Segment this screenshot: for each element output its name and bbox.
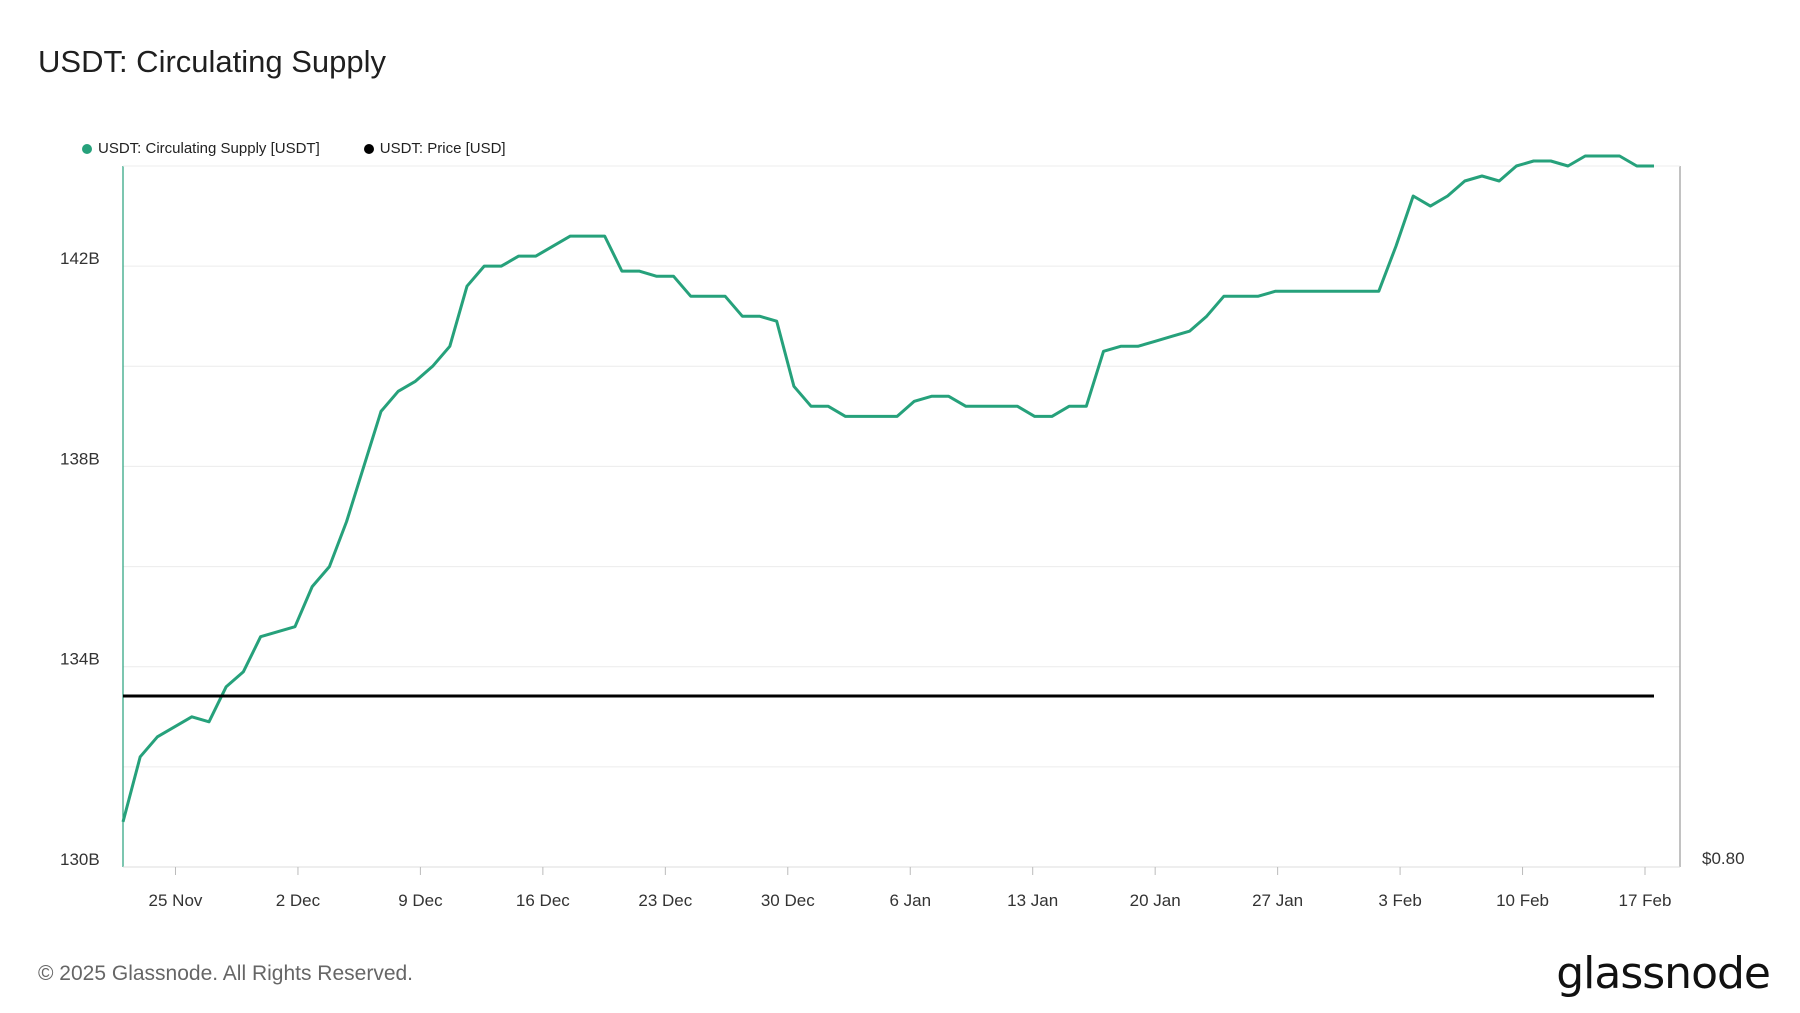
x-tick-label: 10 Feb — [1496, 891, 1549, 910]
x-tick-label: 13 Jan — [1007, 891, 1058, 910]
x-tick-label: 6 Jan — [889, 891, 931, 910]
x-axis: 25 Nov 2 Dec 9 Dec 16 Dec 23 Dec 30 Dec 6 Jan 1… — [149, 867, 1672, 910]
x-tick-label: 9 Dec — [398, 891, 443, 910]
gridlines — [123, 265, 1680, 768]
y-axis-left: 130B 134B 138B 142B — [60, 249, 100, 869]
copyright-text: © 2025 Glassnode. All Rights Reserved. — [38, 962, 414, 985]
y-tick-label: 142B — [60, 249, 100, 268]
glassnode-logo: glassnode — [1556, 948, 1771, 999]
x-tick-label: 3 Feb — [1378, 891, 1421, 910]
x-tick-label: 16 Dec — [516, 891, 570, 910]
y-tick-label: 138B — [60, 449, 100, 468]
y-tick-label: 130B — [60, 850, 100, 869]
x-tick-label: 25 Nov — [149, 891, 203, 910]
x-tick-label: 30 Dec — [761, 891, 815, 910]
x-tick-label: 2 Dec — [276, 891, 321, 910]
x-tick-label: 27 Jan — [1252, 891, 1303, 910]
y-tick-right: $0.80 — [1702, 849, 1745, 868]
y-tick-label: 134B — [60, 650, 100, 669]
x-tick-label: 23 Dec — [638, 891, 692, 910]
x-tick-label: 20 Jan — [1130, 891, 1181, 910]
line-chart[interactable]: 130B134B138B142B 25 Nov 2 Dec 9 Dec 16 Dec 2… — [0, 0, 1800, 940]
series-line-supply[interactable] — [121, 154, 1654, 823]
x-tick-label: 17 Feb — [1619, 891, 1672, 910]
